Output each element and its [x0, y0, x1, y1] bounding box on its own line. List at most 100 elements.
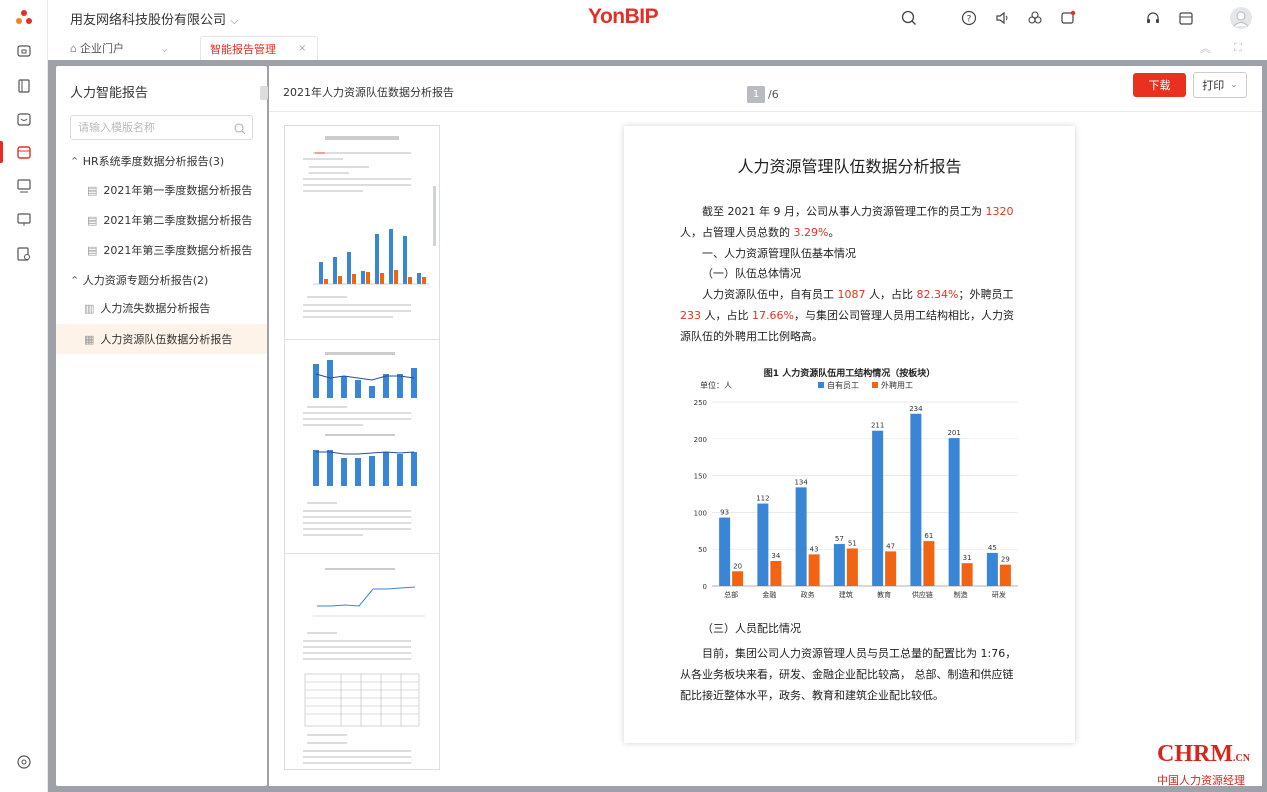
watermark-sub: 中国人力资源经理	[1157, 774, 1245, 787]
close-icon[interactable]: ×	[298, 43, 306, 54]
print-label: 打印	[1202, 79, 1225, 92]
message-icon[interactable]	[1058, 8, 1078, 28]
chevron-down-icon: ⌄	[1230, 80, 1238, 90]
tab-portal-label: 企业门户	[79, 42, 124, 55]
text-run: 人，占比	[865, 288, 917, 301]
print-button[interactable]: 打印 ⌄	[1193, 72, 1247, 98]
calendar-icon[interactable]	[1176, 8, 1196, 28]
fullscreen-icon[interactable]: ⛶	[1234, 36, 1242, 60]
highlight-value: 17.66%	[752, 309, 794, 322]
text-run: 截至 2021 年 9 月，公司从事人力资源管理工作的员工为	[702, 205, 986, 218]
paragraph-ratio: 目前，集团公司人力资源管理人员与员工总量的配置比为 1:76，从各业务板块来看，…	[680, 647, 1017, 702]
subsection-heading: （一）队伍总体情况	[702, 267, 801, 280]
tree-item[interactable]: ▤ 2021年第三季度数据分析报告	[56, 235, 267, 265]
legend-swatch	[818, 382, 824, 388]
app-logo-icon[interactable]	[14, 8, 34, 28]
subsection-heading: （三）人员配比情况	[702, 622, 801, 635]
collapse-panel-handle[interactable]	[260, 86, 268, 100]
bar	[757, 503, 769, 586]
bar	[910, 413, 922, 586]
tree-item-selected[interactable]: ▦ 人力资源队伍数据分析报告	[56, 324, 267, 354]
store-icon[interactable]	[14, 109, 34, 129]
tab-portal[interactable]: ⌂ 企业门户 ⌄	[70, 36, 169, 60]
avatar[interactable]	[1229, 6, 1253, 30]
chevron-down-icon[interactable]: ⌄	[160, 42, 169, 55]
tab-report-management[interactable]: 智能报告管理 ×	[200, 36, 318, 60]
bar	[808, 554, 820, 586]
apps-icon[interactable]	[1025, 8, 1045, 28]
bar	[885, 551, 897, 586]
user-doc-icon[interactable]	[14, 244, 34, 264]
bar	[961, 563, 973, 586]
y-tick-label: 200	[694, 436, 707, 444]
bar	[795, 487, 807, 586]
bar	[846, 548, 858, 586]
screen-icon[interactable]	[14, 210, 34, 230]
thumbnail-preview	[303, 136, 436, 318]
thumbnail-page[interactable]	[285, 340, 439, 554]
x-tick-label: 供应链	[912, 590, 933, 599]
bar	[948, 438, 960, 586]
tree-item[interactable]: ▤ 2021年第二季度数据分析报告	[56, 205, 267, 235]
legend-label: 自有员工	[827, 380, 859, 390]
chevron-up-icon: ⌃	[70, 274, 80, 287]
chevron-up-icon: ⌃	[70, 155, 80, 168]
page-thumbnails[interactable]	[284, 125, 440, 770]
company-switcher[interactable]: 用友网络科技股份有限公司 ⌵	[70, 9, 239, 28]
clipboard-icon: ▥	[84, 301, 95, 315]
left-rail	[0, 0, 48, 792]
current-page[interactable]: 1	[747, 86, 765, 103]
download-button[interactable]: 下载	[1133, 73, 1186, 97]
search-icon[interactable]	[899, 8, 919, 28]
tree-item-label: 人力资源队伍数据分析报告	[100, 333, 233, 346]
data-label: 31	[963, 554, 972, 562]
report-tree-panel: 人力智能报告 请输入模版名称 ⌃ HR系统季度数据分析报告(3) ▤ 2021年第…	[56, 66, 268, 786]
home-icon[interactable]	[14, 40, 34, 60]
company-name: 用友网络科技股份有限公司	[70, 13, 227, 28]
thumbnail-page[interactable]	[285, 126, 439, 340]
tree-item-label: 2021年第二季度数据分析报告	[103, 214, 253, 227]
headset-icon[interactable]	[1143, 8, 1163, 28]
document-page: 人力资源管理队伍数据分析报告 截至 2021 年 9 月，公司从事人力资源管理工…	[624, 126, 1075, 743]
settings-icon[interactable]	[14, 752, 34, 772]
top-bar: 用友网络科技股份有限公司 ⌵ YonBIP ?	[48, 0, 1267, 36]
template-search-input[interactable]: 请输入模版名称	[70, 115, 253, 140]
x-tick-label: 总部	[724, 590, 738, 599]
tree-group-hr-topics[interactable]: ⌃ 人力资源专题分析报告(2)	[70, 272, 208, 288]
thumbnail-page[interactable]	[285, 554, 439, 769]
data-label: 29	[1001, 556, 1010, 564]
tree-item-label: 2021年第三季度数据分析报告	[103, 244, 253, 257]
tree-item[interactable]: ▥ 人力流失数据分析报告	[56, 293, 267, 323]
tree-group-hr-quarterly[interactable]: ⌃ HR系统季度数据分析报告(3)	[70, 153, 224, 169]
text-run: 人力资源队伍中，自有员工	[702, 288, 838, 301]
x-tick-label: 制造	[954, 590, 968, 599]
monitor-icon[interactable]	[14, 176, 34, 196]
highlight-value: 233	[680, 309, 701, 322]
bar	[872, 430, 884, 586]
search-icon	[234, 120, 246, 139]
svg-text:?: ?	[967, 15, 972, 25]
calendar-report-icon[interactable]	[14, 142, 34, 162]
chevron-down-icon: ⌵	[230, 14, 239, 27]
paragraph-intro: 截至 2021 年 9 月，公司从事人力资源管理工作的员工为 1320 人，占管…	[680, 201, 1020, 243]
collapse-icon[interactable]: ︽	[1200, 36, 1211, 60]
highlight-value: 3.29%	[793, 226, 829, 239]
data-label: 201	[947, 429, 960, 437]
book-icon[interactable]	[14, 76, 34, 96]
y-tick-label: 0	[703, 583, 707, 591]
thumbnail-preview	[303, 568, 425, 764]
help-icon[interactable]: ?	[959, 8, 979, 28]
bar	[719, 517, 731, 586]
x-tick-label: 建筑	[839, 590, 853, 599]
tab-report-management-label: 智能报告管理	[210, 42, 276, 56]
data-label: 34	[771, 552, 780, 560]
unit-label: 单位：人	[700, 380, 732, 390]
tree-item[interactable]: ▤ 2021年第一季度数据分析报告	[56, 175, 267, 205]
x-tick-label: 政务	[801, 590, 815, 599]
speaker-icon[interactable]	[992, 8, 1012, 28]
section-heading: 一、人力资源管理队伍基本情况	[702, 247, 856, 260]
bar	[770, 560, 782, 586]
report-title: 2021年人力资源队伍数据分析报告	[283, 86, 454, 99]
tree-item-label: 2021年第一季度数据分析报告	[103, 184, 253, 197]
tree-group-label: HR系统季度数据分析报告(3)	[82, 155, 225, 168]
